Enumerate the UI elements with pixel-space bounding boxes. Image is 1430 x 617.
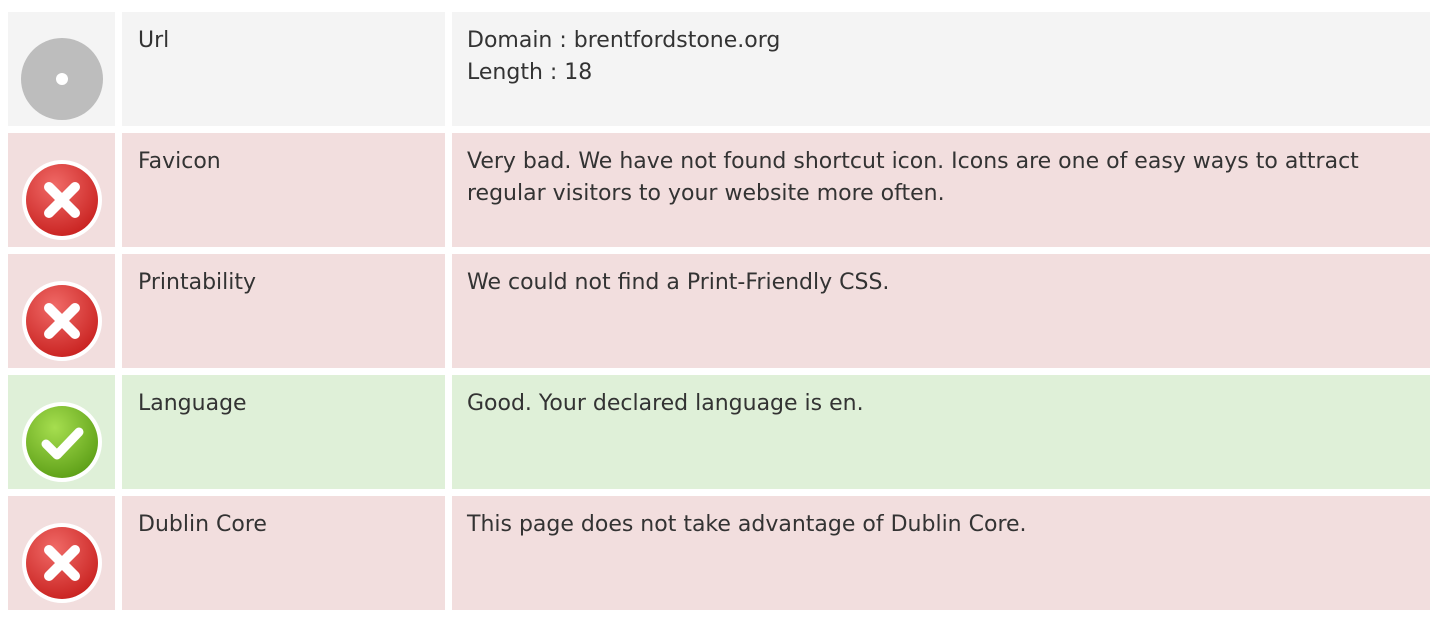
row-label: Dublin Core — [122, 496, 445, 610]
error-x-icon — [22, 523, 102, 603]
row-label: Url — [122, 12, 445, 126]
row-value: Very bad. We have not found shortcut ico… — [452, 133, 1430, 247]
report-row-language: Language Good. Your declared language is… — [8, 375, 1430, 489]
success-check-icon — [22, 402, 102, 482]
row-value: Good. Your declared language is en. — [452, 375, 1430, 489]
row-value: This page does not take advantage of Dub… — [452, 496, 1430, 610]
row-value: Domain : brentfordstone.org Length : 18 — [452, 12, 1430, 126]
row-label: Favicon — [122, 133, 445, 247]
row-value: We could not find a Print-Friendly CSS. — [452, 254, 1430, 368]
dublin-core-message: This page does not take advantage of Dub… — [467, 512, 1027, 537]
report-row-url: Url Domain : brentfordstone.org Length :… — [8, 12, 1430, 126]
language-message: Good. Your declared language is en. — [467, 391, 864, 416]
length-text: Length : 18 — [467, 60, 593, 85]
report-row-printability: Printability We could not find a Print-F… — [8, 254, 1430, 368]
domain-text: Domain : brentfordstone.org — [467, 28, 781, 53]
error-x-icon — [22, 160, 102, 240]
row-label: Printability — [122, 254, 445, 368]
row-label: Language — [122, 375, 445, 489]
favicon-message: Very bad. We have not found shortcut ico… — [467, 149, 1359, 206]
neutral-dot-icon — [21, 38, 103, 120]
report-row-dublin-core: Dublin Core This page does not take adva… — [8, 496, 1430, 610]
printability-message: We could not find a Print-Friendly CSS. — [467, 270, 890, 295]
report-row-favicon: Favicon Very bad. We have not found shor… — [8, 133, 1430, 247]
error-x-icon — [22, 281, 102, 361]
seo-report-table: Url Domain : brentfordstone.org Length :… — [8, 12, 1430, 617]
